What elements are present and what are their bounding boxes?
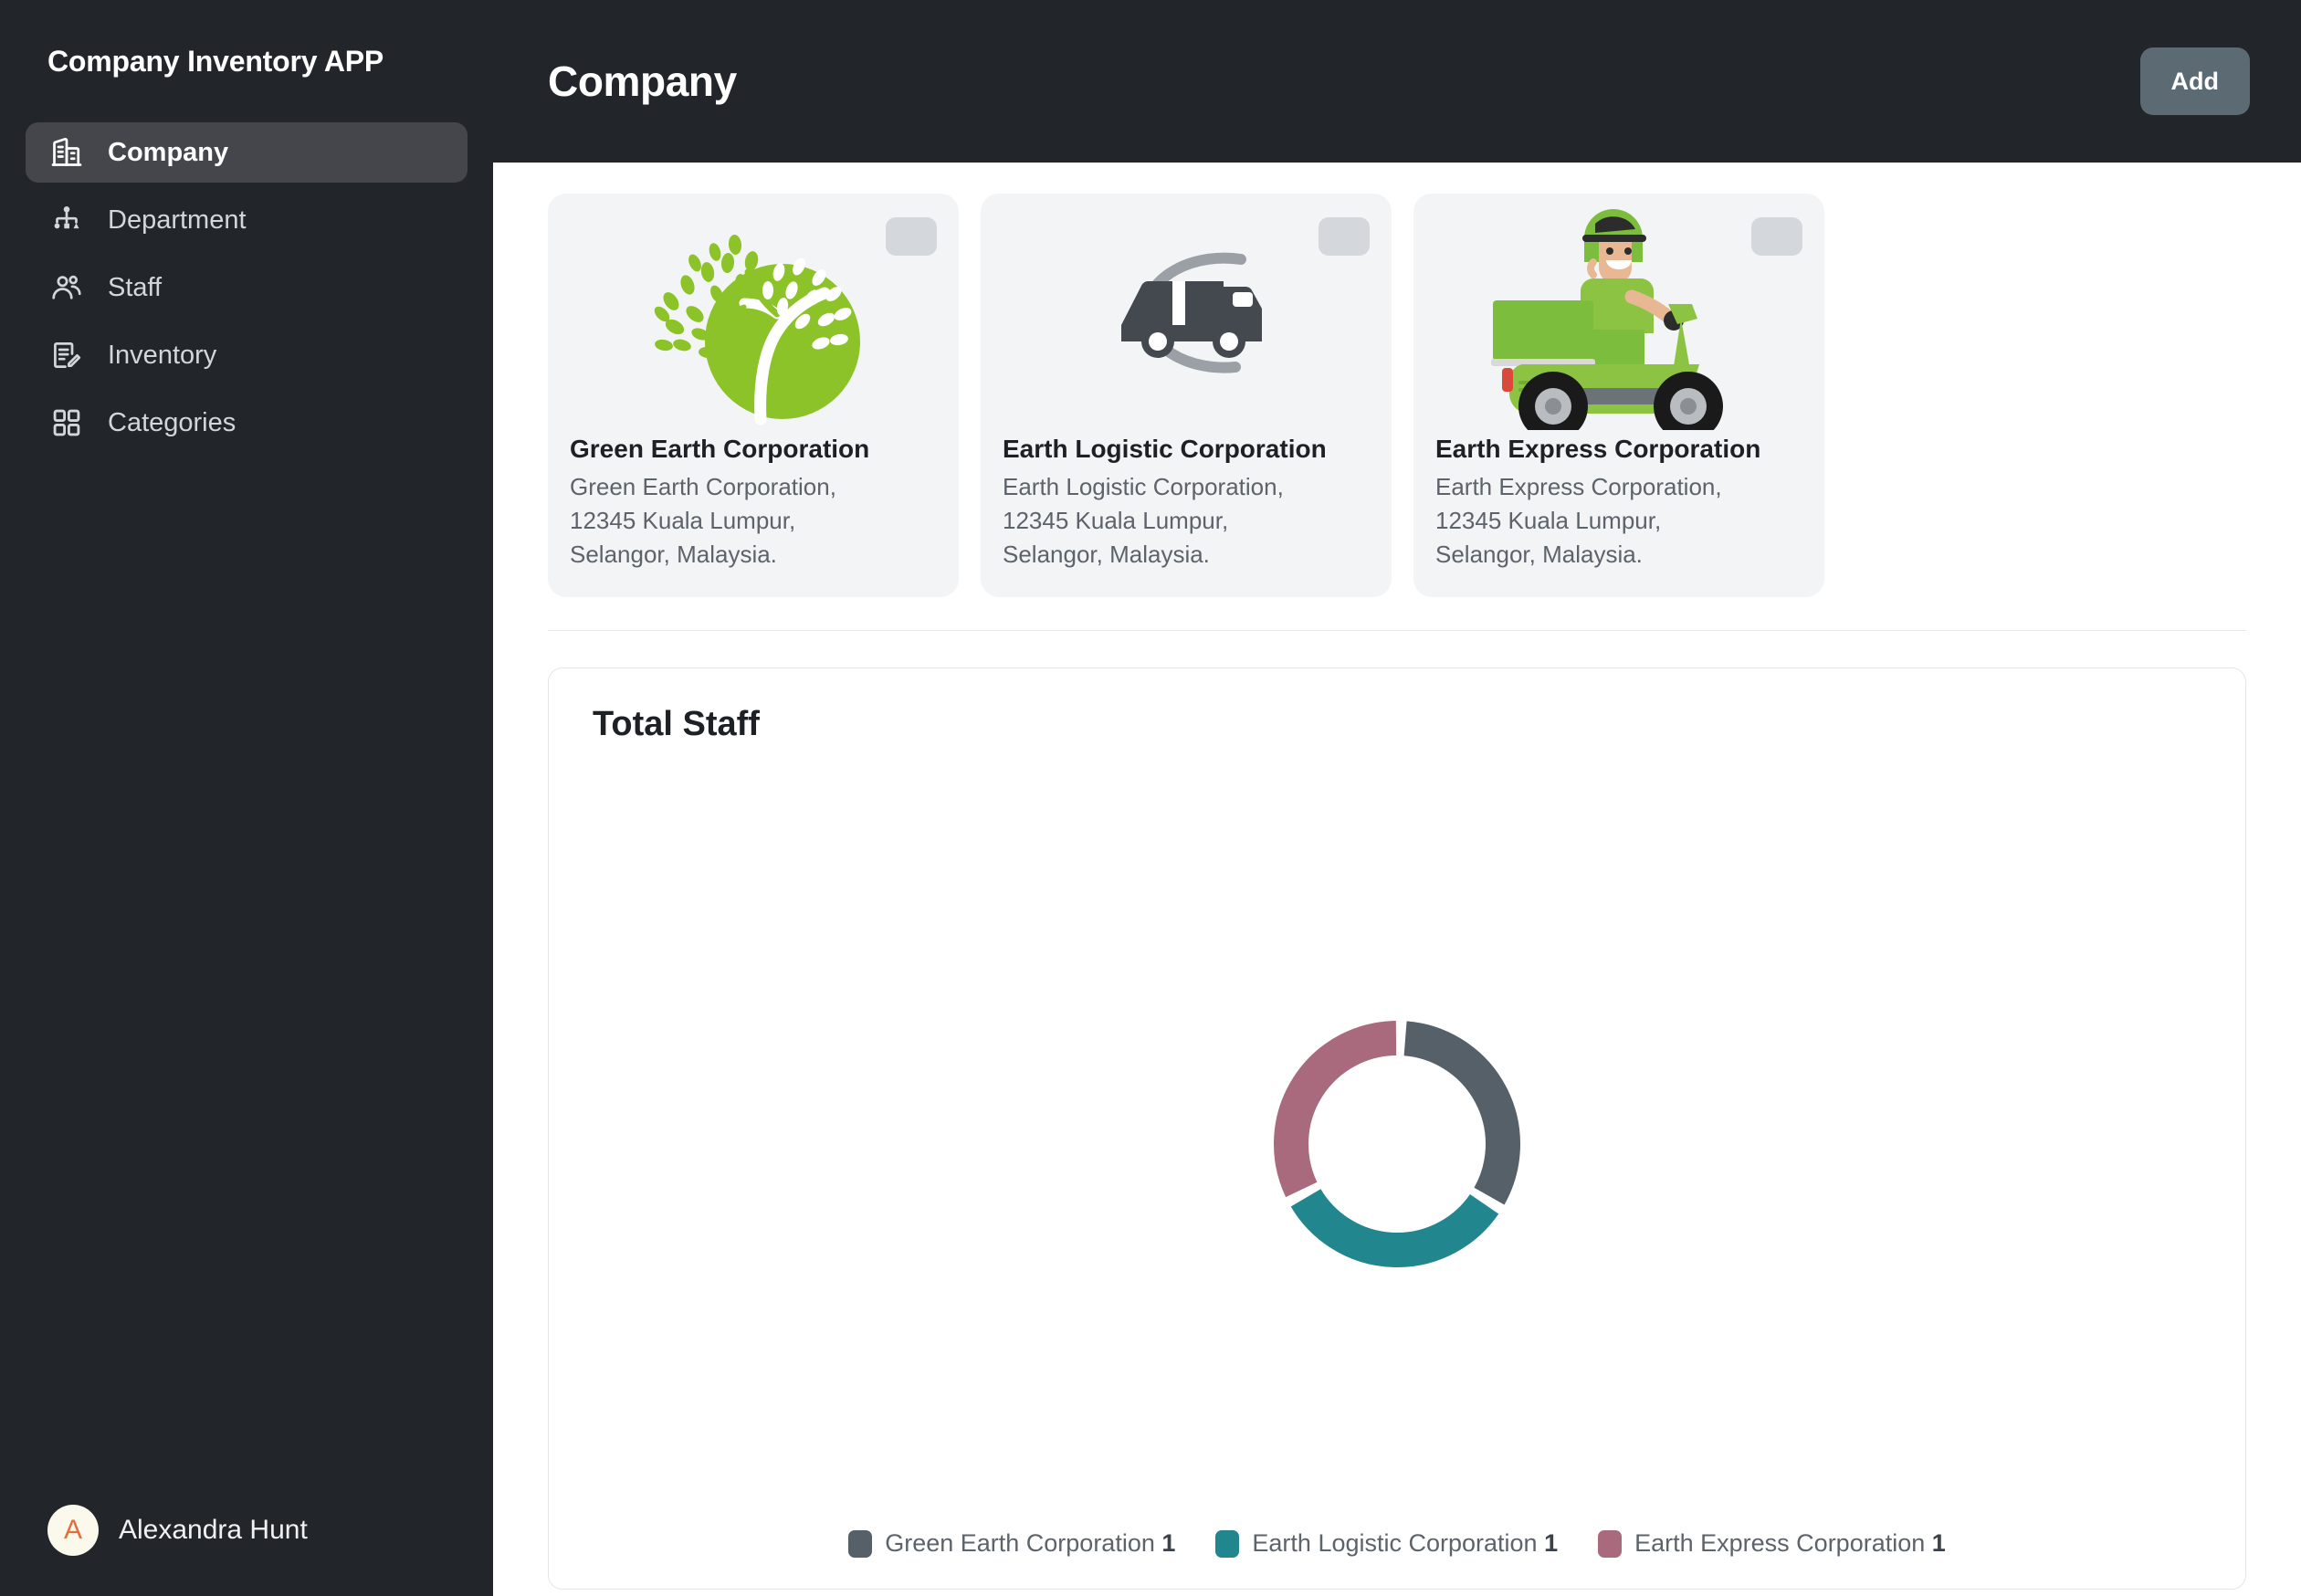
legend-item[interactable]: Green Earth Corporation 1 bbox=[848, 1529, 1176, 1558]
user-name: Alexandra Hunt bbox=[119, 1515, 308, 1545]
donut-segment[interactable] bbox=[1274, 1020, 1397, 1197]
total-staff-chart-card: Total Staff Green Earth Corporation 1 Ear… bbox=[548, 667, 2246, 1590]
sidebar-user-profile[interactable]: A Alexandra Hunt bbox=[0, 1505, 493, 1596]
donut-chart bbox=[593, 741, 2201, 1530]
chart-title: Total Staff bbox=[593, 704, 760, 743]
company-address: Earth Express Corporation, 12345 Kuala L… bbox=[1435, 473, 1722, 568]
sidebar-item-company[interactable]: Company bbox=[26, 122, 468, 184]
sidebar-item-inventory[interactable]: Inventory bbox=[26, 325, 468, 385]
company-address: Green Earth Corporation, 12345 Kuala Lum… bbox=[570, 473, 836, 568]
topbar: Company Add bbox=[493, 0, 2301, 163]
legend-item[interactable]: Earth Express Corporation 1 bbox=[1598, 1529, 1946, 1558]
company-card[interactable]: Green Earth Corporation Green Earth Corp… bbox=[548, 194, 959, 597]
sidebar-item-categories[interactable]: Categories bbox=[26, 393, 468, 453]
company-name: Green Earth Corporation bbox=[570, 435, 870, 463]
company-card[interactable]: Earth Logistic Corporation Earth Logisti… bbox=[981, 194, 1392, 597]
sidebar-nav: Company Department Staff Inventory Categ… bbox=[0, 122, 493, 453]
donut-chart-svg bbox=[1274, 1020, 1520, 1267]
card-menu-icon[interactable] bbox=[886, 217, 937, 256]
grid-icon bbox=[49, 405, 84, 440]
main-area: Company Add Green Earth Corporation Gree… bbox=[493, 0, 2301, 1596]
chart-legend: Green Earth Corporation 1 Earth Logistic … bbox=[593, 1529, 2201, 1561]
sidebar-item-label: Inventory bbox=[108, 340, 217, 370]
users-icon bbox=[49, 270, 84, 305]
sidebar-item-label: Department bbox=[108, 205, 247, 235]
sidebar-item-staff[interactable]: Staff bbox=[26, 257, 468, 318]
company-name: Earth Express Corporation bbox=[1435, 435, 1761, 463]
app-title: Company Inventory APP bbox=[47, 45, 384, 78]
sidebar-item-label: Company bbox=[108, 137, 229, 167]
legend-item[interactable]: Earth Logistic Corporation 1 bbox=[1215, 1529, 1559, 1558]
legend-label: Earth Express Corporation 1 bbox=[1634, 1529, 1946, 1558]
org-chart-icon bbox=[49, 203, 84, 237]
avatar: A bbox=[47, 1505, 99, 1556]
company-card-list: Green Earth Corporation Green Earth Corp… bbox=[548, 194, 2246, 597]
donut-segment[interactable] bbox=[1290, 1188, 1499, 1267]
sidebar: Company Inventory APP Company Department… bbox=[0, 0, 493, 1596]
legend-label: Earth Logistic Corporation 1 bbox=[1252, 1529, 1559, 1558]
legend-swatch bbox=[1598, 1529, 1623, 1558]
legend-swatch bbox=[1215, 1529, 1240, 1558]
section-divider bbox=[548, 629, 2246, 631]
app-root: Company Inventory APP Company Department… bbox=[0, 0, 2301, 1596]
content-area: Green Earth Corporation Green Earth Corp… bbox=[493, 163, 2301, 1596]
legend-label: Green Earth Corporation 1 bbox=[885, 1529, 1176, 1558]
sidebar-item-label: Staff bbox=[108, 272, 163, 302]
building-icon bbox=[49, 135, 84, 170]
sidebar-item-department[interactable]: Department bbox=[26, 190, 468, 250]
add-button[interactable]: Add bbox=[2139, 47, 2250, 115]
company-card[interactable]: Earth Express Corporation Earth Express … bbox=[1413, 194, 1824, 597]
sidebar-item-label: Categories bbox=[108, 407, 236, 437]
legend-swatch bbox=[848, 1529, 873, 1558]
card-menu-icon[interactable] bbox=[1319, 217, 1370, 256]
company-address: Earth Logistic Corporation, 12345 Kuala … bbox=[1003, 473, 1284, 568]
page-title: Company bbox=[548, 58, 737, 105]
card-menu-icon[interactable] bbox=[1751, 217, 1802, 256]
company-name: Earth Logistic Corporation bbox=[1003, 435, 1327, 463]
document-edit-icon bbox=[49, 338, 84, 373]
donut-segment[interactable] bbox=[1403, 1021, 1520, 1205]
